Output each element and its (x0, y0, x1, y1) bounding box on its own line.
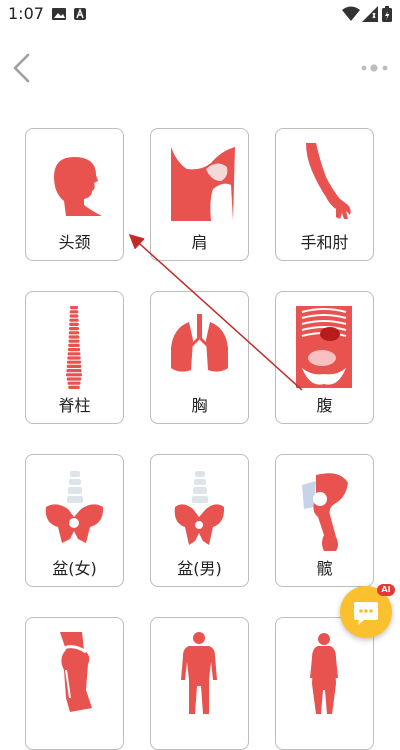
card-pelvis-female[interactable]: 盆(女) (25, 454, 124, 587)
pelvis-female-icon (45, 471, 104, 543)
vertebra (66, 364, 82, 368)
lungs-icon (171, 314, 228, 372)
card-label: 胸 (191, 396, 208, 415)
vertebra (69, 318, 79, 322)
abdomen-icon (296, 306, 352, 388)
head-neck-icon (54, 157, 102, 216)
vertebra (66, 377, 82, 381)
vertebra (67, 360, 81, 364)
shoulder-icon (171, 147, 235, 221)
vertebra (67, 352, 81, 356)
card-label: 髋 (316, 559, 333, 578)
card-label: 头颈 (58, 233, 91, 252)
hip-icon (302, 473, 348, 551)
vertebra (67, 348, 81, 352)
vertebra (70, 306, 78, 310)
card-hand-elbow[interactable]: 手和肘 (275, 128, 374, 261)
card-label: 肩 (191, 233, 208, 252)
card-head-neck[interactable]: 头颈 (25, 128, 124, 261)
vertebra (68, 339, 80, 343)
vertebra (69, 314, 79, 318)
card-spine[interactable]: 脊柱 (25, 291, 124, 424)
vertebra (69, 310, 79, 314)
card-hip[interactable]: 髋 (275, 454, 374, 587)
card-shoulder[interactable]: 肩 (150, 128, 249, 261)
vertebra (68, 331, 80, 335)
card-label: 脊柱 (58, 396, 91, 415)
vertebra (69, 327, 79, 331)
card-male-body[interactable] (150, 617, 249, 750)
card-pelvis-male[interactable]: 盆(男) (150, 454, 249, 587)
hand-elbow-icon (306, 143, 351, 219)
card-label: 盆(男) (177, 559, 222, 578)
female-body-icon (310, 633, 338, 714)
leg-icon (60, 632, 92, 712)
vertebra (69, 322, 79, 326)
vertebra (68, 385, 80, 389)
vertebra (66, 369, 82, 373)
card-label: 腹 (316, 396, 333, 415)
vertebra (66, 373, 82, 377)
card-chest[interactable]: 胸 (150, 291, 249, 424)
ai-badge: AI (377, 584, 395, 596)
vertebra (67, 381, 81, 385)
male-body-icon (181, 632, 217, 714)
card-leg[interactable] (25, 617, 124, 750)
pelvis-male-icon (174, 471, 225, 545)
vertebra (67, 356, 81, 360)
card-label: 手和肘 (300, 233, 349, 252)
spine-icon (66, 306, 82, 389)
vertebra (68, 335, 80, 339)
vertebra (68, 343, 80, 347)
card-label: 盆(女) (52, 559, 97, 578)
card-abdomen[interactable]: 腹 (275, 291, 374, 424)
